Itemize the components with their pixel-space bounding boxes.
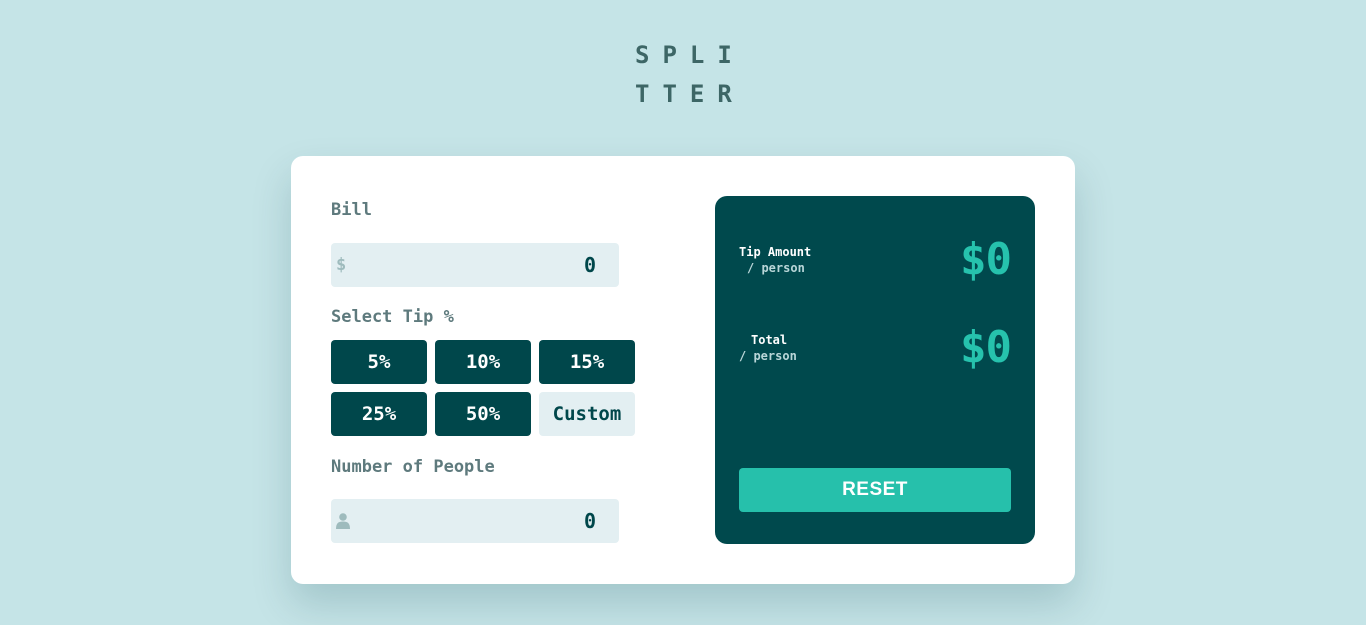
- tip-amount-label-group: Tip Amount / person: [739, 244, 811, 276]
- app-logo: SPLI TTER: [635, 36, 745, 114]
- tip-amount-label: Tip Amount: [739, 245, 812, 259]
- tip-amount-value: $0: [960, 234, 1012, 285]
- bill-input[interactable]: $ 0: [331, 243, 619, 287]
- calculator-card: Bill $ 0 Select Tip % 5% 10% 15% 25% 50%…: [291, 156, 1075, 584]
- tip-button-5[interactable]: 5%: [331, 340, 427, 384]
- tip-button-10[interactable]: 10%: [435, 340, 531, 384]
- bill-value: 0: [583, 253, 596, 277]
- total-label-group: Total / person: [739, 332, 797, 364]
- total-value: $0: [960, 322, 1012, 373]
- select-tip-label: Select Tip %: [331, 307, 454, 327]
- people-value: 0: [583, 509, 596, 533]
- dollar-icon: $: [336, 255, 347, 275]
- reset-button[interactable]: RESET: [739, 468, 1011, 512]
- total-sub: / person: [739, 349, 797, 363]
- results-panel: Tip Amount / person $0 Total / person $0…: [715, 196, 1035, 544]
- logo-line-2: TTER: [635, 80, 745, 108]
- people-label: Number of People: [331, 457, 495, 477]
- tip-button-15[interactable]: 15%: [539, 340, 635, 384]
- logo-line-1: SPLI: [635, 41, 745, 69]
- total-label: Total: [751, 333, 788, 347]
- custom-tip-input[interactable]: Custom: [539, 392, 635, 436]
- people-input[interactable]: 0: [331, 499, 619, 543]
- tip-button-50[interactable]: 50%: [435, 392, 531, 436]
- person-icon: [336, 513, 350, 529]
- tip-amount-sub: / person: [747, 261, 805, 275]
- bill-label: Bill: [331, 200, 372, 220]
- tip-button-25[interactable]: 25%: [331, 392, 427, 436]
